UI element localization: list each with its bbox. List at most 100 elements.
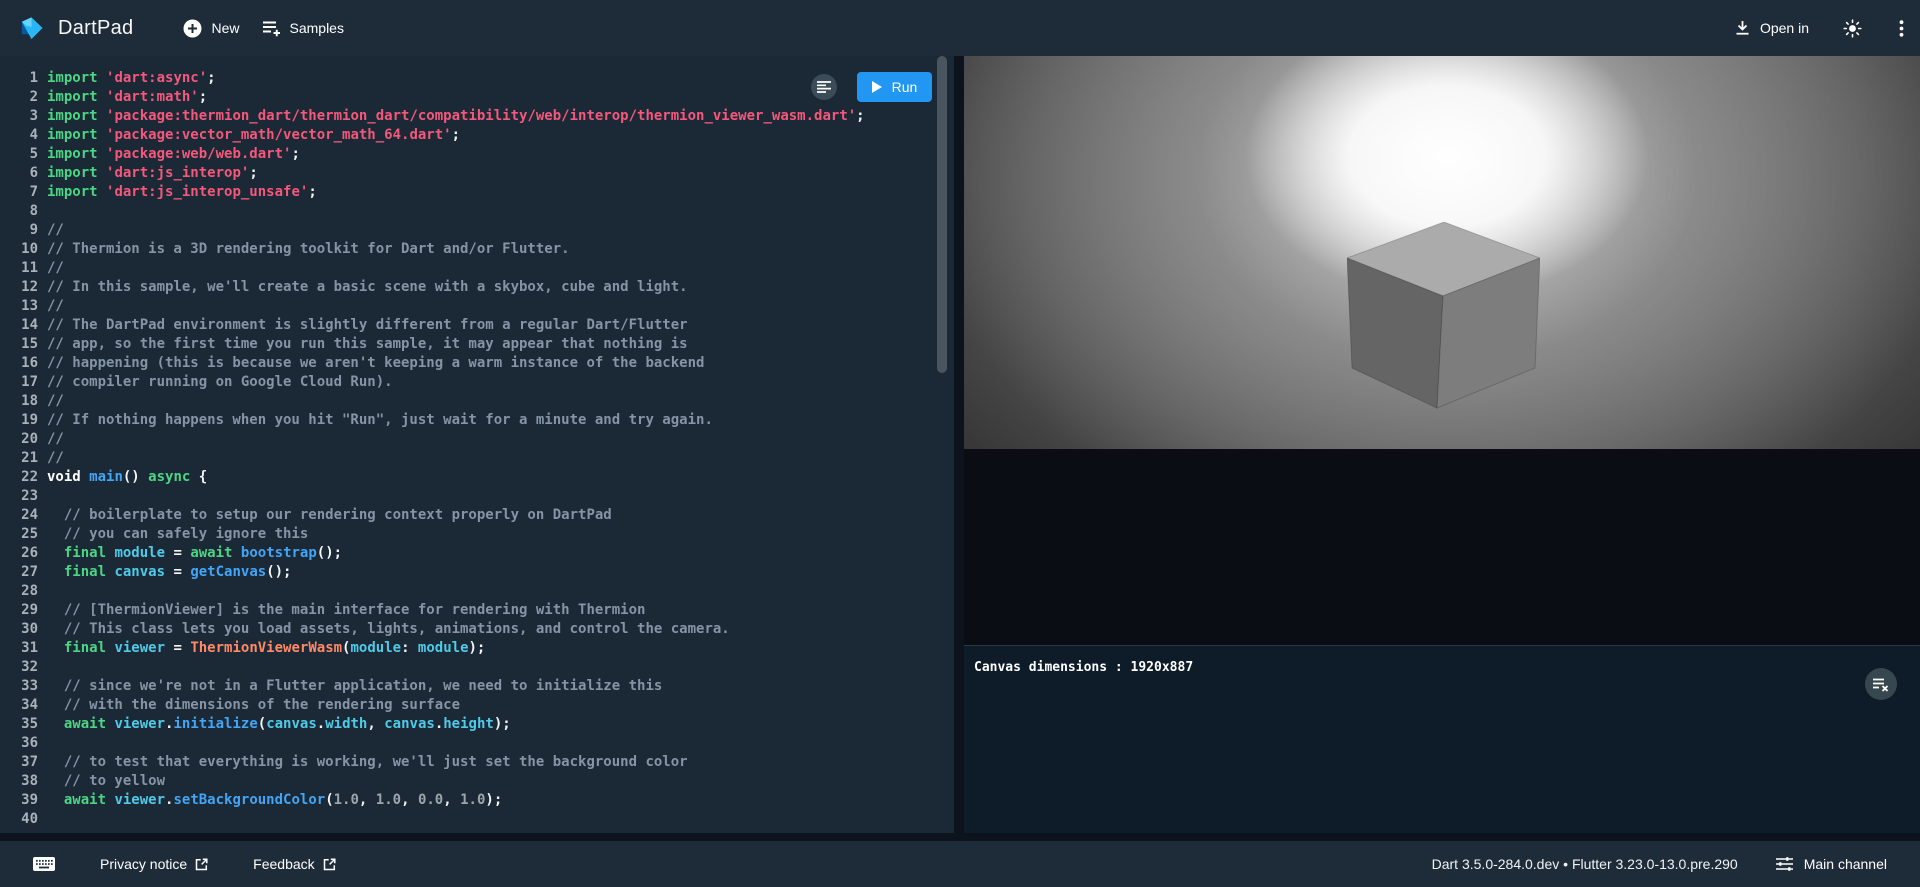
- run-button-label: Run: [892, 79, 918, 95]
- line-number: 24: [0, 506, 38, 525]
- line-content: // with the dimensions of the rendering …: [38, 696, 460, 715]
- code-line[interactable]: 22void main() async {: [0, 468, 954, 487]
- line-number: 27: [0, 563, 38, 582]
- clear-console-button[interactable]: [1865, 668, 1897, 700]
- overflow-menu-button[interactable]: [1899, 20, 1904, 37]
- cube-3d: [1347, 222, 1540, 412]
- line-content: await viewer.initialize(canvas.width, ca…: [38, 715, 511, 734]
- line-number: 23: [0, 487, 38, 506]
- code-line[interactable]: 9//: [0, 221, 954, 240]
- code-line[interactable]: 17// compiler running on Google Cloud Ru…: [0, 373, 954, 392]
- code-line[interactable]: 40: [0, 810, 954, 829]
- code-line[interactable]: 6import 'dart:js_interop';: [0, 164, 954, 183]
- line-content: // app, so the first time you run this s…: [38, 335, 688, 354]
- line-content: //: [38, 449, 64, 468]
- code-line[interactable]: 39 await viewer.setBackgroundColor(1.0, …: [0, 791, 954, 810]
- line-number: 30: [0, 620, 38, 639]
- samples-button[interactable]: Samples: [262, 20, 344, 37]
- line-content: [38, 734, 47, 753]
- line-number: 38: [0, 772, 38, 791]
- line-content: // boilerplate to setup our rendering co…: [38, 506, 612, 525]
- tune-icon: [1776, 857, 1793, 871]
- code-line[interactable]: 4import 'package:vector_math/vector_math…: [0, 126, 954, 145]
- line-number: 13: [0, 297, 38, 316]
- line-number: 11: [0, 259, 38, 278]
- code-line[interactable]: 10// Thermion is a 3D rendering toolkit …: [0, 240, 954, 259]
- code-line[interactable]: 23: [0, 487, 954, 506]
- feedback-link[interactable]: Feedback: [253, 856, 335, 872]
- code-line[interactable]: 7import 'dart:js_interop_unsafe';: [0, 183, 954, 202]
- line-content: import 'dart:math';: [38, 88, 207, 107]
- brightness-sun-icon: [1843, 19, 1862, 38]
- code-line[interactable]: 32: [0, 658, 954, 677]
- code-line[interactable]: 34 // with the dimensions of the renderi…: [0, 696, 954, 715]
- line-number: 5: [0, 145, 38, 164]
- run-button[interactable]: Run: [857, 72, 932, 102]
- line-content: [38, 810, 47, 829]
- line-number: 18: [0, 392, 38, 411]
- line-number: 29: [0, 601, 38, 620]
- download-icon: [1734, 20, 1751, 36]
- code-line[interactable]: 26 final module = await bootstrap();: [0, 544, 954, 563]
- code-line[interactable]: 38 // to yellow: [0, 772, 954, 791]
- code-line[interactable]: 37 // to test that everything is working…: [0, 753, 954, 772]
- line-number: 33: [0, 677, 38, 696]
- code-line[interactable]: 20//: [0, 430, 954, 449]
- code-line[interactable]: 29 // [ThermionViewer] is the main inter…: [0, 601, 954, 620]
- app-title: DartPad: [58, 17, 133, 40]
- line-content: // happening (this is because we aren't …: [38, 354, 704, 373]
- line-content: // The DartPad environment is slightly d…: [38, 316, 688, 335]
- line-content: // compiler running on Google Cloud Run)…: [38, 373, 393, 392]
- line-content: final viewer = ThermionViewerWasm(module…: [38, 639, 485, 658]
- code-line[interactable]: 3import 'package:thermion_dart/thermion_…: [0, 107, 954, 126]
- code-line[interactable]: 27 final canvas = getCanvas();: [0, 563, 954, 582]
- code-line[interactable]: 18//: [0, 392, 954, 411]
- feedback-label: Feedback: [253, 856, 314, 872]
- code-line[interactable]: 16// happening (this is because we aren'…: [0, 354, 954, 373]
- code-line[interactable]: 25 // you can safely ignore this: [0, 525, 954, 544]
- line-number: 21: [0, 449, 38, 468]
- code-editor[interactable]: 1import 'dart:async';2import 'dart:math'…: [0, 56, 954, 833]
- format-button[interactable]: [811, 74, 837, 100]
- code-line[interactable]: 31 final viewer = ThermionViewerWasm(mod…: [0, 639, 954, 658]
- line-content: // This class lets you load assets, ligh…: [38, 620, 730, 639]
- code-line[interactable]: 35 await viewer.initialize(canvas.width,…: [0, 715, 954, 734]
- open-in-button[interactable]: Open in: [1734, 20, 1809, 36]
- console-panel: Canvas dimensions : 1920x887: [964, 645, 1920, 833]
- code-lines: 1import 'dart:async';2import 'dart:math'…: [0, 56, 954, 829]
- line-number: 40: [0, 810, 38, 829]
- code-line[interactable]: 36: [0, 734, 954, 753]
- code-line[interactable]: 33 // since we're not in a Flutter appli…: [0, 677, 954, 696]
- line-content: //: [38, 259, 64, 278]
- line-content: import 'dart:js_interop';: [38, 164, 258, 183]
- code-line[interactable]: 19// If nothing happens when you hit "Ru…: [0, 411, 954, 430]
- line-number: 34: [0, 696, 38, 715]
- line-number: 3: [0, 107, 38, 126]
- footer: Privacy notice Feedback Dart 3.5.0-284.0…: [0, 841, 1920, 887]
- code-line[interactable]: 14// The DartPad environment is slightly…: [0, 316, 954, 335]
- header: DartPad New Samples Open in: [0, 0, 1920, 56]
- code-line[interactable]: 28: [0, 582, 954, 601]
- privacy-notice-link[interactable]: Privacy notice: [100, 856, 208, 872]
- code-line[interactable]: 12// In this sample, we'll create a basi…: [0, 278, 954, 297]
- code-line[interactable]: 11//: [0, 259, 954, 278]
- plus-circle-icon: [183, 19, 202, 38]
- code-line[interactable]: 8: [0, 202, 954, 221]
- code-line[interactable]: 15// app, so the first time you run this…: [0, 335, 954, 354]
- line-number: 25: [0, 525, 38, 544]
- line-content: // to yellow: [38, 772, 165, 791]
- code-line[interactable]: 5import 'package:web/web.dart';: [0, 145, 954, 164]
- channel-selector[interactable]: Main channel: [1776, 856, 1887, 872]
- line-content: //: [38, 430, 64, 449]
- render-canvas[interactable]: [964, 56, 1920, 449]
- theme-toggle-button[interactable]: [1843, 19, 1862, 38]
- dartpad-app: DartPad New Samples Open in: [0, 0, 1920, 887]
- keyboard-shortcuts-button[interactable]: [33, 857, 55, 871]
- code-line[interactable]: 13//: [0, 297, 954, 316]
- new-button[interactable]: New: [183, 19, 239, 38]
- code-line[interactable]: 21//: [0, 449, 954, 468]
- code-line[interactable]: 30 // This class lets you load assets, l…: [0, 620, 954, 639]
- line-number: 37: [0, 753, 38, 772]
- code-line[interactable]: 24 // boilerplate to setup our rendering…: [0, 506, 954, 525]
- editor-scrollbar-thumb[interactable]: [937, 56, 947, 373]
